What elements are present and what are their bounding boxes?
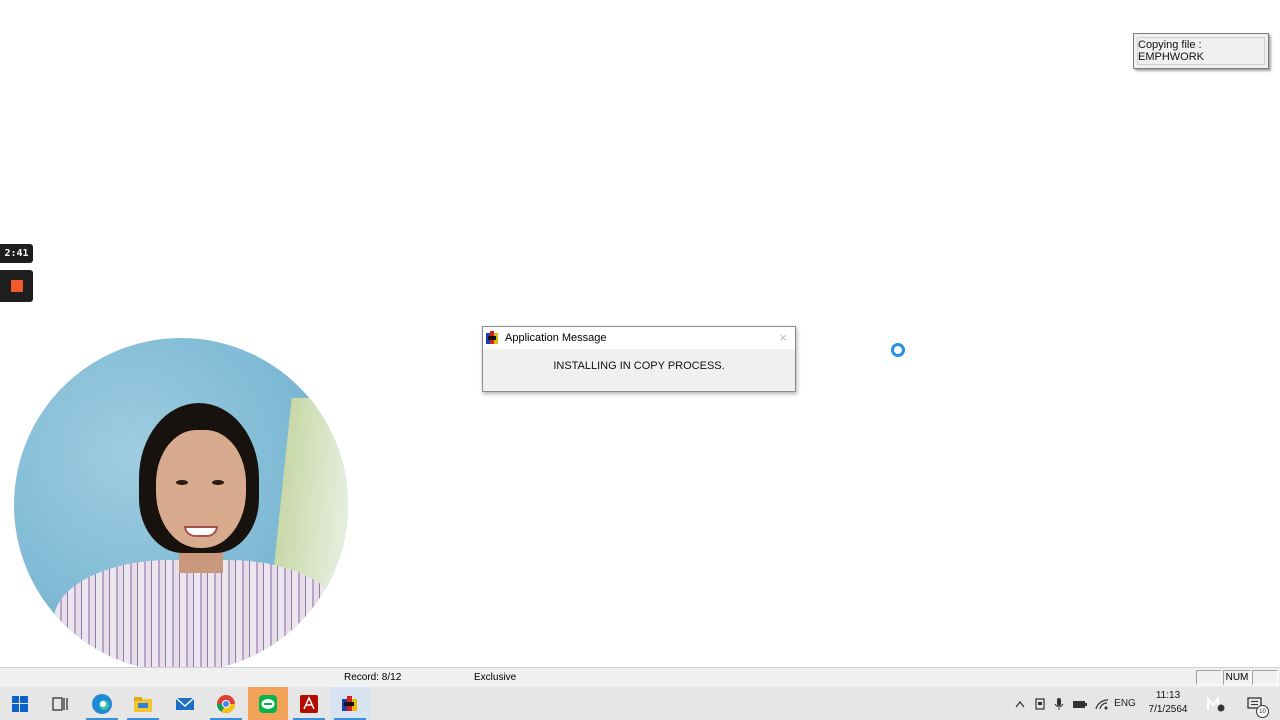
notification-count-badge: 10 <box>1256 705 1269 718</box>
edge-icon <box>92 693 112 714</box>
line-button[interactable] <box>248 687 288 720</box>
num-lock-indicator: NUM <box>1223 670 1251 685</box>
action-center-button[interactable]: 10 <box>1240 687 1270 720</box>
dialog-title: Application Message <box>505 332 607 344</box>
file-explorer-icon <box>134 696 152 712</box>
wifi-tray-button[interactable] <box>1092 687 1112 720</box>
copy-progress-toast: Copying file : EMPHWORK <box>1133 33 1269 69</box>
line-icon <box>259 694 277 713</box>
stop-recording-button[interactable] <box>0 270 33 302</box>
battery-icon <box>1073 700 1087 708</box>
task-view-button[interactable] <box>40 687 80 720</box>
mail-button[interactable] <box>165 687 205 720</box>
status-panel-empty <box>1252 670 1278 685</box>
busy-cursor-icon <box>891 343 905 357</box>
chevron-up-icon <box>1015 700 1025 707</box>
status-bar: Record: 8/12 Exclusive NUM <box>0 667 1280 688</box>
acrobat-icon <box>300 694 318 713</box>
start-icon <box>12 695 28 712</box>
language-indicator[interactable]: ENG <box>1113 687 1137 720</box>
battery-tray-button[interactable] <box>1070 687 1090 720</box>
taskbar: ENG 11:13 7/1/2564 10 <box>0 687 1280 720</box>
file-explorer-button[interactable] <box>123 687 163 720</box>
start-button[interactable] <box>0 687 40 720</box>
edge-button[interactable] <box>82 687 122 720</box>
microphone-icon <box>1054 697 1064 710</box>
acrobat-button[interactable] <box>289 687 329 720</box>
stop-icon <box>10 280 23 292</box>
webcam-person-eye <box>176 480 188 485</box>
open-mode: Exclusive <box>474 672 517 683</box>
dialog-titlebar[interactable]: Application Message × <box>483 327 795 349</box>
dialog-message: INSTALLING IN COPY PROCESS. <box>553 360 725 372</box>
copy-progress-text: Copying file : EMPHWORK <box>1137 37 1265 65</box>
system-clock[interactable]: 11:13 7/1/2564 <box>1143 689 1193 717</box>
app-logo-icon <box>486 331 500 345</box>
app-logo-icon <box>342 695 358 712</box>
device-tray-button[interactable] <box>1031 687 1049 720</box>
task-view-icon <box>52 696 68 711</box>
status-panel-empty <box>1196 670 1222 685</box>
chrome-icon <box>217 694 235 713</box>
active-app-button[interactable] <box>330 687 370 720</box>
webcam-person-shirt <box>54 560 344 672</box>
clock-time: 11:13 <box>1155 690 1181 701</box>
meet-now-button[interactable] <box>1204 687 1228 720</box>
recording-timer: 2:41 <box>0 244 33 263</box>
chrome-button[interactable] <box>206 687 246 720</box>
webcam-person-eye <box>212 480 224 485</box>
app-watermark-icon <box>1207 695 1225 711</box>
microphone-tray-button[interactable] <box>1050 687 1068 720</box>
show-hidden-icons[interactable] <box>1011 687 1029 720</box>
close-icon[interactable]: × <box>779 330 787 345</box>
device-icon <box>1035 697 1045 710</box>
webcam-overlay <box>14 338 348 672</box>
clock-date: 7/1/2564 <box>1148 704 1188 715</box>
mail-icon <box>175 696 195 710</box>
record-counter: Record: 8/12 <box>344 672 402 683</box>
application-message-dialog: Application Message × INSTALLING IN COPY… <box>482 326 796 392</box>
wifi-icon <box>1095 698 1109 709</box>
